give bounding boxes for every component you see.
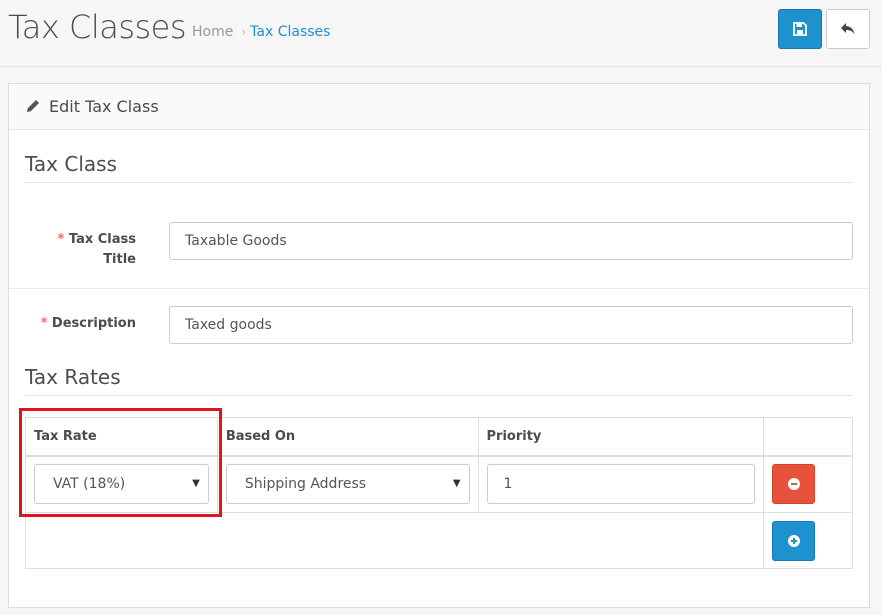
form-row-divider bbox=[9, 288, 869, 289]
tax-class-title-label-line1: Tax Class bbox=[68, 232, 136, 247]
tax-rate-select[interactable]: VAT (18%) ▼ bbox=[34, 464, 209, 505]
breadcrumb: Home › Tax Classes bbox=[192, 24, 330, 40]
column-header-tax-rate: Tax Rate bbox=[25, 417, 218, 457]
table-header-row: Tax Rate Based On Priority bbox=[25, 417, 853, 457]
tax-rate-cell: VAT (18%) ▼ bbox=[25, 455, 218, 513]
tax-class-title-label-line2: Title bbox=[103, 252, 136, 267]
breadcrumb-tax-classes-link[interactable]: Tax Classes bbox=[250, 24, 330, 40]
floppy-disk-icon bbox=[793, 22, 807, 36]
tax-rates-legend: Tax Rates bbox=[25, 365, 853, 396]
tax-rate-selected-value: VAT (18%) bbox=[53, 476, 126, 493]
tax-class-title-input[interactable]: Taxable Goods bbox=[169, 222, 853, 260]
table-footer-row bbox=[24, 512, 853, 569]
plus-circle-icon bbox=[787, 534, 800, 547]
table-row: VAT (18%) ▼ Shipping Address ▼ 1 bbox=[25, 455, 853, 513]
description-input[interactable]: Taxed goods bbox=[169, 306, 853, 344]
reply-arrow-icon bbox=[841, 23, 855, 35]
page-header: Tax Classes Home › Tax Classes bbox=[0, 0, 882, 67]
based-on-select[interactable]: Shipping Address ▼ bbox=[225, 464, 470, 505]
add-rule-button[interactable] bbox=[772, 520, 816, 561]
remove-cell bbox=[763, 455, 853, 513]
add-cell bbox=[763, 512, 853, 569]
page-title: Tax Classes bbox=[8, 8, 187, 46]
tax-class-legend: Tax Class bbox=[25, 152, 853, 183]
panel-title: Edit Tax Class bbox=[49, 97, 159, 116]
breadcrumb-home-link[interactable]: Home bbox=[192, 24, 233, 40]
based-on-cell: Shipping Address ▼ bbox=[216, 455, 479, 513]
description-label: * Description bbox=[9, 314, 136, 334]
panel-heading: Edit Tax Class bbox=[9, 84, 869, 130]
pencil-icon bbox=[27, 100, 39, 112]
column-header-priority: Priority bbox=[477, 417, 765, 457]
based-on-selected-value: Shipping Address bbox=[244, 476, 367, 493]
required-marker: * bbox=[57, 232, 65, 247]
priority-input[interactable]: 1 bbox=[486, 464, 756, 505]
description-label-text: Description bbox=[51, 316, 136, 331]
chevron-down-icon: ▼ bbox=[192, 478, 200, 490]
tax-rates-table: Tax Rate Based On Priority VAT (18%) ▼ S… bbox=[24, 417, 853, 569]
chevron-down-icon: ▼ bbox=[452, 478, 461, 490]
tax-class-title-label: * Tax Class Title bbox=[9, 230, 136, 270]
edit-tax-class-panel: Edit Tax Class Tax Class * Tax Class Tit… bbox=[8, 83, 870, 608]
column-header-based-on: Based On bbox=[216, 417, 479, 457]
breadcrumb-separator: › bbox=[241, 25, 247, 39]
save-button[interactable] bbox=[778, 9, 822, 49]
back-button[interactable] bbox=[826, 9, 870, 49]
column-header-actions bbox=[763, 417, 853, 457]
priority-cell: 1 bbox=[477, 455, 765, 513]
empty-footer-cell bbox=[24, 512, 765, 569]
required-marker: * bbox=[40, 316, 48, 331]
remove-rule-button[interactable] bbox=[772, 464, 816, 505]
minus-circle-icon bbox=[787, 478, 800, 491]
